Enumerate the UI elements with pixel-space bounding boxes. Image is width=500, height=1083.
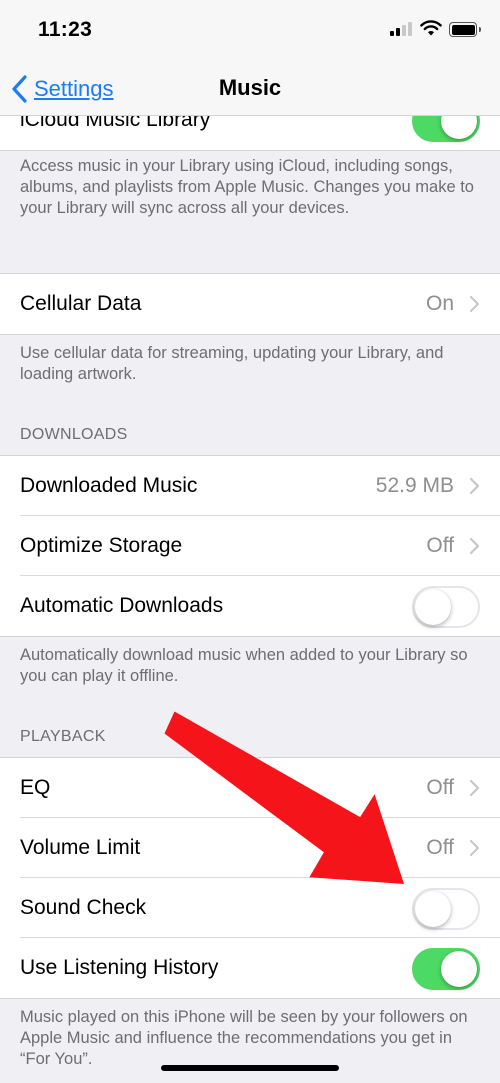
volume-limit-row[interactable]: Volume Limit Off xyxy=(0,818,500,878)
music-settings-screen: iCloud Music Library Access music in you… xyxy=(0,0,500,1083)
listening-history-row[interactable]: Use Listening History xyxy=(0,938,500,998)
automatic-downloads-row[interactable]: Automatic Downloads xyxy=(0,576,500,636)
sound-check-row[interactable]: Sound Check xyxy=(0,878,500,938)
downloads-section-header: DOWNLOADS xyxy=(20,426,128,443)
downloaded-music-value: 52.9 MB xyxy=(375,474,454,497)
volume-limit-value: Off xyxy=(426,836,454,859)
chevron-right-icon xyxy=(469,839,480,857)
settings-list: iCloud Music Library Access music in you… xyxy=(0,0,500,1083)
divider xyxy=(0,334,500,335)
downloaded-music-row[interactable]: Downloaded Music 52.9 MB xyxy=(0,456,500,516)
eq-label: EQ xyxy=(20,776,51,799)
wifi-icon xyxy=(420,20,442,36)
home-indicator[interactable] xyxy=(161,1065,339,1071)
page-title: Music xyxy=(218,75,282,100)
optimize-storage-value: Off xyxy=(426,534,454,557)
listening-history-footer-text: Music played on this iPhone will be seen… xyxy=(20,1008,468,1068)
sound-check-toggle[interactable] xyxy=(412,888,480,930)
status-time: 11:23 xyxy=(38,18,93,41)
listening-history-toggle[interactable] xyxy=(412,948,480,990)
cellular-data-row[interactable]: Cellular Data On xyxy=(0,274,500,334)
divider xyxy=(0,150,500,151)
volume-limit-label: Volume Limit xyxy=(20,836,141,859)
battery-icon xyxy=(449,22,481,37)
sound-check-label: Sound Check xyxy=(20,896,147,919)
automatic-downloads-label: Automatic Downloads xyxy=(20,594,224,617)
cellular-signal-icon xyxy=(390,22,414,36)
eq-row[interactable]: EQ Off xyxy=(0,758,500,818)
toggle-knob xyxy=(415,589,451,625)
chevron-right-icon xyxy=(469,295,480,313)
status-bar: 11:23 xyxy=(0,0,500,60)
cellular-data-value: On xyxy=(425,292,454,315)
automatic-downloads-toggle[interactable] xyxy=(412,586,480,628)
optimize-storage-label: Optimize Storage xyxy=(20,534,183,557)
downloads-footer-text: Automatically download music when added … xyxy=(20,646,468,685)
navigation-bar: Settings Music xyxy=(0,60,500,116)
icloud-footer-text: Access music in your Library using iClou… xyxy=(20,157,474,217)
divider xyxy=(0,998,500,999)
divider xyxy=(0,636,500,637)
optimize-storage-row[interactable]: Optimize Storage Off xyxy=(0,516,500,576)
cellular-footer-text: Use cellular data for streaming, updatin… xyxy=(20,344,444,383)
listening-history-label: Use Listening History xyxy=(20,956,219,979)
chevron-right-icon xyxy=(469,477,480,495)
cellular-data-label: Cellular Data xyxy=(20,292,142,315)
downloaded-music-label: Downloaded Music xyxy=(20,474,198,497)
eq-value: Off xyxy=(426,776,454,799)
chevron-right-icon xyxy=(469,779,480,797)
toggle-knob xyxy=(415,891,451,927)
toggle-knob xyxy=(441,951,477,987)
playback-section-header: PLAYBACK xyxy=(20,728,106,745)
chevron-right-icon xyxy=(469,537,480,555)
